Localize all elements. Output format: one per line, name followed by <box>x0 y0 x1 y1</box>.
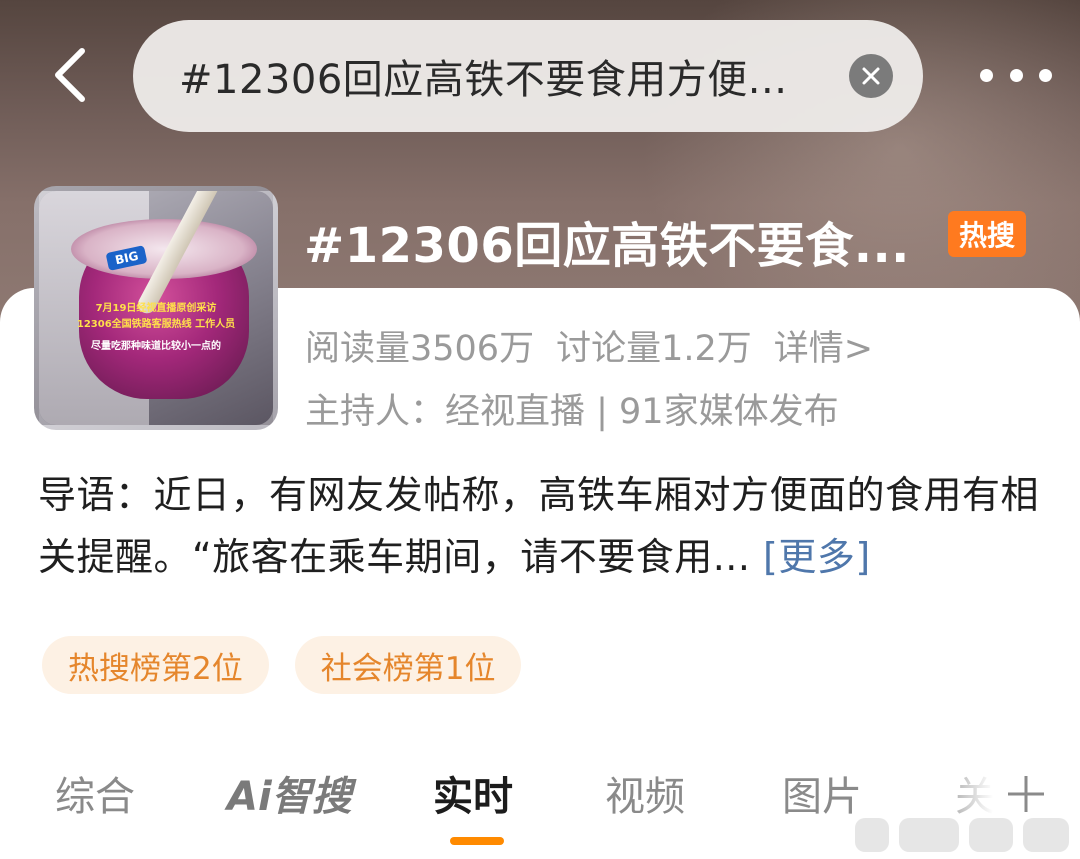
details-link[interactable]: 详情> <box>774 320 873 371</box>
search-bar[interactable]: #12306回应高铁不要食用方便... <box>133 20 923 132</box>
watermark <box>855 818 1070 852</box>
clear-icon <box>862 67 880 85</box>
topic-title: #12306回应高铁不要食... <box>304 218 910 274</box>
tab-comprehensive[interactable]: 综合 <box>55 764 135 822</box>
tag-society-rank[interactable]: 社会榜第1位 <box>294 636 522 694</box>
back-arrow-icon <box>55 48 85 102</box>
more-dots-icon <box>980 68 993 82</box>
tab-images[interactable]: 图片 <box>782 764 862 822</box>
tag-hot-search-rank[interactable]: 热搜榜第2位 <box>42 636 269 694</box>
add-tab-button[interactable] <box>1000 764 1052 824</box>
thumbnail-caption: 尽量吃那种味道比较小一点的 <box>91 341 221 352</box>
discussion-count: 讨论量1.2万 <box>556 329 752 369</box>
back-button[interactable] <box>40 45 100 105</box>
topic-intro: 导语：近日，有网友发帖称，高铁车厢对方便面的食用有相关提醒。“旅客在乘车期间，请… <box>38 464 1048 588</box>
read-count: 阅读量3506万 <box>305 329 535 369</box>
more-options-button[interactable] <box>980 58 1052 92</box>
search-input[interactable]: #12306回应高铁不要食用方便... <box>179 47 819 105</box>
clear-search-button[interactable] <box>849 54 893 98</box>
ranking-tags: 热搜榜第2位 社会榜第1位 <box>42 636 522 694</box>
more-dots-icon <box>1009 68 1023 82</box>
topic-host-line: 主持人：经视直播 | 91家媒体发布 <box>305 392 839 432</box>
thumbnail-caption: 7月19日经视直播原创采访 <box>95 303 217 314</box>
plus-icon <box>1008 776 1044 812</box>
tab-realtime[interactable]: 实时 <box>433 764 513 822</box>
intro-more-link[interactable]: [更多] <box>763 535 871 579</box>
topic-stats: 阅读量3506万 讨论量1.2万 详情> <box>305 320 873 371</box>
tab-ai-search[interactable]: Ai智搜 <box>227 764 352 822</box>
thumbnail-caption: 12306全国铁路客服热线 工作人员 <box>76 319 236 330</box>
topic-thumbnail[interactable]: BIG 7月19日经视直播原创采访 12306全国铁路客服热线 工作人员 尽量吃… <box>34 186 278 430</box>
more-dots-icon <box>1039 68 1052 82</box>
tab-video[interactable]: 视频 <box>605 764 685 822</box>
hot-search-badge: 热搜 <box>948 211 1026 257</box>
topic-intro-text: 导语：近日，有网友发帖称，高铁车厢对方便面的食用有相关提醒。“旅客在乘车期间，请… <box>38 473 1040 579</box>
active-tab-indicator <box>450 837 504 845</box>
